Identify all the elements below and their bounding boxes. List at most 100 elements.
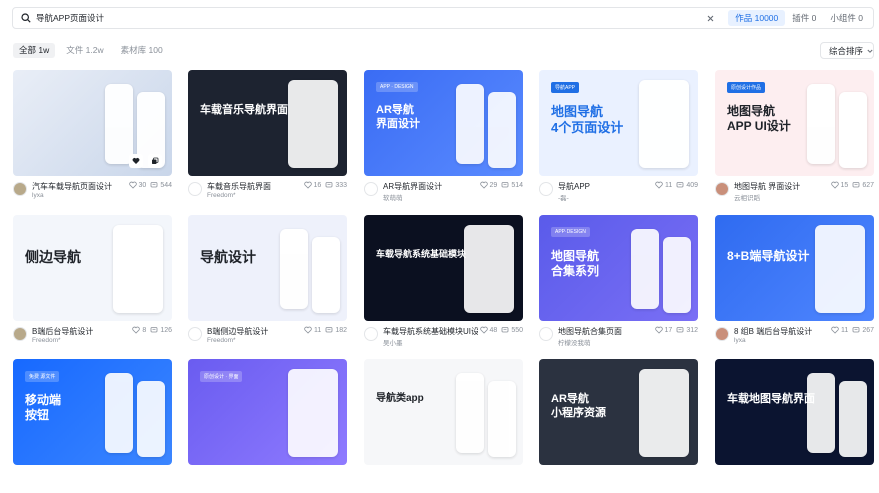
work-card[interactable]: APP·DESIGN 地图导航 合集系列 地图导航合集页面 柠檬没我萌 17 31…: [539, 215, 698, 349]
work-card[interactable]: 导航类app: [364, 359, 523, 493]
card-title[interactable]: 地图导航 界面设计: [734, 181, 800, 192]
work-card[interactable]: 车载音乐导航界面 车载音乐导航界面 Freedom* 16 333: [188, 70, 347, 204]
view-icon: [150, 182, 158, 188]
card-thumbnail[interactable]: 导航类app: [364, 359, 523, 465]
avatar[interactable]: [715, 327, 729, 341]
card-author[interactable]: lyxa: [32, 192, 44, 199]
card-author[interactable]: lyxa: [734, 337, 746, 344]
avatar[interactable]: [13, 327, 27, 341]
card-meta: [715, 465, 874, 493]
avatar[interactable]: [188, 182, 202, 196]
copy-button[interactable]: [148, 154, 162, 168]
work-card[interactable]: 车载地图导航界面: [715, 359, 874, 493]
avatar[interactable]: [539, 182, 553, 196]
like-icon: [479, 181, 488, 189]
card-title[interactable]: 汽车车载导航页面设计: [32, 181, 112, 192]
sort-dropdown[interactable]: 综合排序: [820, 42, 874, 59]
avatar[interactable]: [715, 182, 729, 196]
work-card[interactable]: 侧边导航 B端后台导航设计 Freedom* 8 126: [13, 215, 172, 349]
phone-mockup: [839, 92, 867, 168]
card-thumbnail[interactable]: APP·DESIGN 地图导航 合集系列: [539, 215, 698, 321]
filter-count: 100: [148, 45, 163, 55]
card-thumbnail[interactable]: 侧边导航: [13, 215, 172, 321]
card-thumbnail[interactable]: 导航设计: [188, 215, 347, 321]
phone-mockup: [113, 225, 163, 313]
copy-icon: [152, 157, 159, 164]
card-author[interactable]: 软萌萌: [383, 192, 403, 202]
filter-count: 1.2w: [85, 45, 104, 55]
card-title[interactable]: 导航APP: [558, 181, 590, 192]
phone-mockup: [137, 381, 165, 457]
work-card[interactable]: 免费 源文件 移动端 按钮: [13, 359, 172, 493]
thumb-headline: 车载音乐导航界面: [200, 104, 288, 116]
card-title[interactable]: B端后台导航设计: [32, 326, 93, 337]
card-thumbnail[interactable]: APP · DESIGN AR导航 界面设计: [364, 70, 523, 176]
work-card[interactable]: 原创设计作品 地图导航 APP UI设计 地图导航 界面设计 云相识蹈 15 62…: [715, 70, 874, 204]
card-author[interactable]: Freedom*: [207, 192, 236, 199]
filter-all[interactable]: 全部 1w: [13, 43, 56, 58]
card-thumbnail[interactable]: [13, 70, 172, 176]
card-author[interactable]: 云相识蹈: [734, 192, 760, 202]
view-icon: [852, 182, 860, 188]
tab-works[interactable]: 作品 10000: [728, 10, 786, 26]
work-card[interactable]: AR导航 小程序资源: [539, 359, 698, 493]
card-thumbnail[interactable]: 原创设计作品 地图导航 APP UI设计: [715, 70, 874, 176]
card-author[interactable]: 柠檬没我萌: [558, 337, 591, 347]
card-stats: 30 544: [128, 181, 172, 189]
card-title[interactable]: 车载导航系统基础模块UI设计: [383, 326, 478, 337]
card-stats: 16 333: [303, 181, 347, 189]
card-stats: 11 182: [304, 326, 347, 334]
card-title[interactable]: 车载音乐导航界面: [207, 181, 271, 192]
card-thumbnail[interactable]: 车载音乐导航界面: [188, 70, 347, 176]
card-author[interactable]: -磊-: [558, 192, 569, 202]
card-thumbnail[interactable]: 导航APP 地图导航 4个页面设计: [539, 70, 698, 176]
clear-search-button[interactable]: [705, 13, 716, 24]
view-count: 312: [686, 326, 698, 334]
close-icon: [707, 15, 714, 21]
card-title[interactable]: AR导航界面设计: [383, 181, 442, 192]
avatar[interactable]: [364, 182, 378, 196]
tab-widgets[interactable]: 小组件 0: [823, 10, 870, 26]
card-thumbnail[interactable]: 8+B端导航设计: [715, 215, 874, 321]
tab-label: 插件: [792, 13, 810, 23]
card-thumbnail[interactable]: 免费 源文件 移动端 按钮: [13, 359, 172, 465]
view-count: 544: [160, 181, 172, 189]
work-card[interactable]: 汽车车载导航页面设计 lyxa 30 544: [13, 70, 172, 204]
tab-plugins[interactable]: 插件 0: [785, 10, 823, 26]
filter-files[interactable]: 文件 1.2w: [60, 43, 109, 58]
card-meta: AR导航界面设计 软萌萌 29 514: [364, 176, 523, 204]
card-thumbnail[interactable]: 车载地图导航界面: [715, 359, 874, 465]
card-title[interactable]: 地图导航合集页面: [558, 326, 622, 337]
work-card[interactable]: 原创设计 · 界面: [188, 359, 347, 493]
search-input[interactable]: 导航APP页面设计: [36, 12, 705, 24]
work-card[interactable]: 8+B端导航设计 8 组B 端后台导航设计 lyxa 11 267: [715, 215, 874, 349]
work-card[interactable]: 导航APP 地图导航 4个页面设计 导航APP -磊- 11 409: [539, 70, 698, 204]
avatar[interactable]: [364, 327, 378, 341]
avatar[interactable]: [13, 182, 27, 196]
card-title[interactable]: B端侧边导航设计: [207, 326, 268, 337]
sort-label: 综合排序: [829, 45, 864, 56]
card-title[interactable]: 8 组B 端后台导航设计: [734, 326, 812, 337]
avatar[interactable]: [188, 327, 202, 341]
work-card[interactable]: 导航设计 B端侧边导航设计 Freedom* 11 182: [188, 215, 347, 349]
work-card[interactable]: APP · DESIGN AR导航 界面设计 AR导航界面设计 软萌萌 29 51…: [364, 70, 523, 204]
filter-libraries[interactable]: 素材库 100: [115, 43, 169, 58]
thumb-headline: 导航设计: [200, 249, 256, 265]
card-thumbnail[interactable]: AR导航 小程序资源: [539, 359, 698, 465]
like-button[interactable]: [129, 154, 143, 168]
card-author[interactable]: 吴小墨: [383, 337, 403, 347]
view-icon: [325, 327, 333, 333]
work-card[interactable]: 车载导航系统基础模块 车载导航系统基础模块UI设计 吴小墨 48 550: [364, 215, 523, 349]
view-count: 550: [511, 326, 523, 334]
phone-mockup: [663, 237, 691, 313]
card-thumbnail[interactable]: 车载导航系统基础模块: [364, 215, 523, 321]
card-author[interactable]: Freedom*: [32, 337, 61, 344]
avatar[interactable]: [539, 327, 553, 341]
like-icon: [132, 326, 141, 334]
thumb-headline: 车载导航系统基础模块: [376, 249, 467, 259]
card-stats: 15 627: [830, 181, 874, 189]
view-icon: [852, 327, 860, 333]
card-author[interactable]: Freedom*: [207, 337, 236, 344]
card-thumbnail[interactable]: 原创设计 · 界面: [188, 359, 347, 465]
thumb-headline: AR导航 界面设计: [376, 104, 420, 130]
